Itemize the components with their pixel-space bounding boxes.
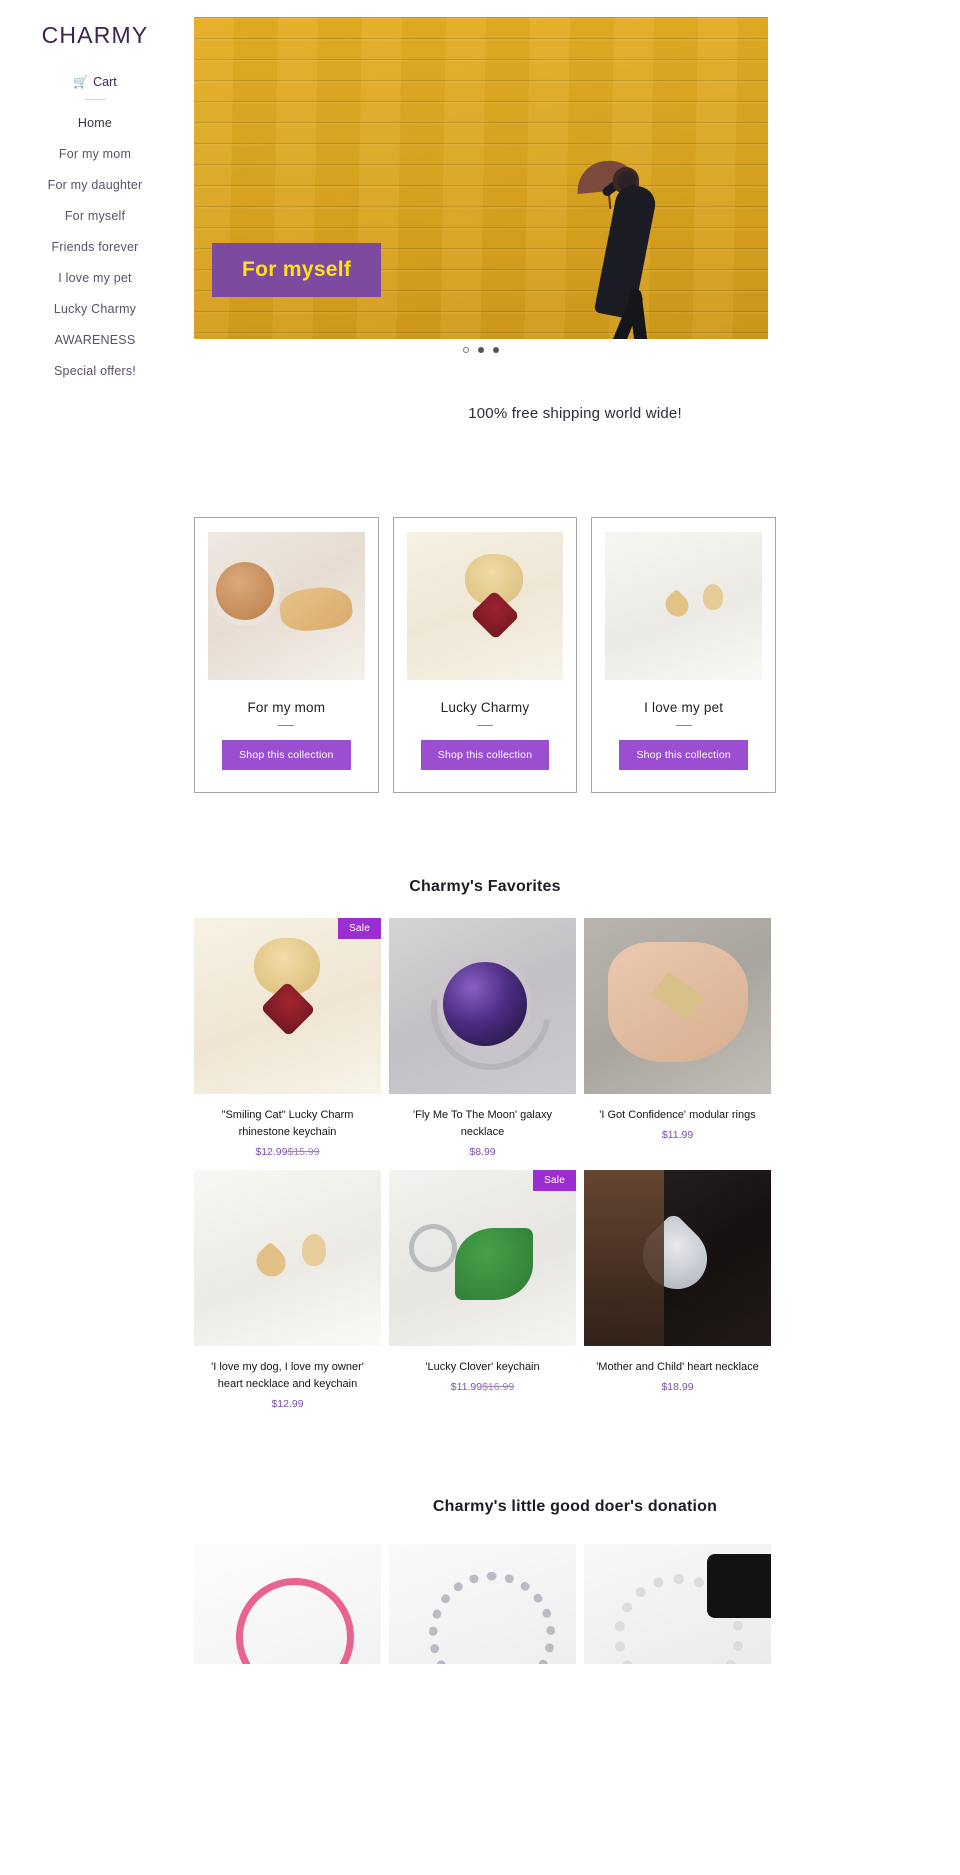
collection-image-mama-bear-necklace bbox=[208, 532, 365, 680]
hero-slider-dots[interactable] bbox=[194, 347, 768, 353]
storefront-page: CHARMY 🛒 Cart Home For my mom For my dau… bbox=[0, 0, 960, 1875]
sidebar-item-home[interactable]: Home bbox=[0, 108, 190, 139]
collection-title: Lucky Charmy bbox=[440, 700, 530, 715]
collection-image-rhinestone-cat-keychain bbox=[406, 532, 564, 680]
product-price: $8.99 bbox=[389, 1146, 576, 1158]
sidebar: CHARMY 🛒 Cart Home For my mom For my dau… bbox=[0, 0, 190, 1875]
nav-divider bbox=[84, 99, 106, 100]
price-current: $11.99 bbox=[661, 1129, 694, 1142]
sidebar-item-awareness[interactable]: AWARENESS bbox=[0, 325, 190, 356]
shop-collection-button[interactable]: Shop this collection bbox=[619, 740, 748, 770]
collection-image-pet-heart-necklace bbox=[605, 532, 763, 680]
product-image-lucky-clover-keychain[interactable]: Sale bbox=[389, 1170, 576, 1347]
product-name: 'I Got Confidence' modular rings bbox=[599, 1109, 756, 1121]
product-price: $18.99 bbox=[584, 1381, 771, 1393]
donation-grid bbox=[194, 1544, 776, 1665]
cart-link[interactable]: 🛒 Cart bbox=[0, 75, 190, 89]
price-current: $12.99 bbox=[271, 1398, 304, 1411]
sale-badge: Sale bbox=[533, 1170, 576, 1192]
product-image-smiling-cat-keychain[interactable]: Sale bbox=[194, 918, 381, 1094]
sidebar-item-i-love-my-pet[interactable]: I love my pet bbox=[0, 263, 190, 294]
product-card-lucky-clover-keychain[interactable]: Sale 'Lucky Clover' keychain $11.99$16.9… bbox=[389, 1170, 576, 1410]
price-current: $11.99 bbox=[450, 1381, 483, 1394]
product-name: 'Mother and Child' heart necklace bbox=[596, 1361, 759, 1374]
price-compare-at: $16.99 bbox=[482, 1381, 515, 1394]
product-image-mother-child-heart-necklace[interactable] bbox=[584, 1170, 771, 1347]
price-current: $18.99 bbox=[661, 1381, 694, 1394]
product-price: $12.99 bbox=[194, 1398, 381, 1410]
price-current: $8.99 bbox=[469, 1146, 496, 1159]
hero-slider[interactable]: For myself bbox=[194, 17, 768, 339]
product-card-mother-child-heart-necklace[interactable]: 'Mother and Child' heart necklace $18.99 bbox=[584, 1170, 771, 1410]
hero-badge[interactable]: For myself bbox=[212, 243, 382, 297]
collection-card-i-love-my-pet[interactable]: I love my pet Shop this collection bbox=[591, 517, 777, 793]
slider-dot-3[interactable] bbox=[493, 347, 499, 353]
main-content: For myself 100% free shipping world wide… bbox=[190, 0, 960, 1665]
donation-image-silver-chain-bracelet[interactable] bbox=[389, 1544, 576, 1665]
collection-card-lucky-charmy[interactable]: Lucky Charmy Shop this collection bbox=[392, 517, 578, 793]
slider-dot-2[interactable] bbox=[478, 347, 484, 353]
slider-dot-1[interactable] bbox=[463, 347, 469, 353]
favorites-heading: Charmy's Favorites bbox=[409, 878, 561, 895]
collection-cards: For my mom Shop this collection Lucky Ch… bbox=[194, 517, 777, 793]
product-name: 'I love my dog, I love my owner' heart n… bbox=[211, 1361, 364, 1391]
donation-image-pink-ribbon-bracelet[interactable] bbox=[194, 1544, 381, 1665]
product-name: 'Fly Me To The Moon' galaxy necklace bbox=[413, 1109, 552, 1139]
product-card-modular-rings[interactable]: 'I Got Confidence' modular rings $11.99 bbox=[584, 918, 771, 1158]
shop-collection-button[interactable]: Shop this collection bbox=[420, 740, 550, 770]
title-divider bbox=[675, 725, 692, 726]
product-price: $11.99 bbox=[584, 1129, 771, 1141]
price-compare-at: $15.99 bbox=[287, 1146, 320, 1159]
sidebar-item-friends-forever[interactable]: Friends forever bbox=[0, 232, 190, 263]
product-card-dog-owner-heart-necklace[interactable]: 'I love my dog, I love my owner' heart n… bbox=[194, 1170, 381, 1410]
favorites-grid: Sale "Smiling Cat" Lucky Charm rhineston… bbox=[194, 918, 776, 1410]
sidebar-item-lucky-charmy[interactable]: Lucky Charmy bbox=[0, 294, 190, 325]
hero-model-figure bbox=[558, 93, 708, 339]
sidebar-item-for-my-mom[interactable]: For my mom bbox=[0, 139, 190, 170]
model-body bbox=[593, 182, 659, 320]
sidebar-nav: Home For my mom For my daughter For myse… bbox=[0, 108, 190, 387]
product-card-galaxy-moon-necklace[interactable]: 'Fly Me To The Moon' galaxy necklace $8.… bbox=[389, 918, 576, 1158]
sale-badge: Sale bbox=[338, 918, 381, 939]
collection-title: For my mom bbox=[247, 700, 326, 715]
donation-heading: Charmy's little good doer's donation bbox=[432, 1498, 718, 1516]
product-image-dog-owner-heart-necklace[interactable] bbox=[194, 1170, 381, 1347]
cart-label: Cart bbox=[93, 75, 117, 89]
product-card-smiling-cat-keychain[interactable]: Sale "Smiling Cat" Lucky Charm rhineston… bbox=[194, 918, 381, 1158]
product-name: 'Lucky Clover' keychain bbox=[425, 1361, 540, 1374]
collection-title: I love my pet bbox=[644, 700, 724, 715]
price-current: $12.99 bbox=[255, 1146, 288, 1159]
product-name: "Smiling Cat" Lucky Charm rhinestone key… bbox=[221, 1109, 354, 1139]
product-image-galaxy-moon-necklace[interactable] bbox=[389, 918, 576, 1094]
sidebar-item-special-offers[interactable]: Special offers! bbox=[0, 356, 190, 387]
title-divider bbox=[477, 725, 493, 726]
sidebar-item-for-my-daughter[interactable]: For my daughter bbox=[0, 170, 190, 201]
shop-collection-button[interactable]: Shop this collection bbox=[222, 740, 351, 770]
product-image-modular-rings[interactable] bbox=[584, 918, 771, 1094]
product-price: $12.99$15.99 bbox=[194, 1146, 381, 1158]
shopping-cart-icon: 🛒 bbox=[73, 75, 89, 89]
shipping-banner: 100% free shipping world wide! bbox=[468, 405, 682, 422]
collection-card-for-my-mom[interactable]: For my mom Shop this collection bbox=[194, 517, 379, 793]
product-price: $11.99$16.99 bbox=[389, 1381, 576, 1393]
site-logo[interactable]: CHARMY bbox=[0, 22, 190, 49]
sidebar-item-for-myself[interactable]: For myself bbox=[0, 201, 190, 232]
donation-image-white-bead-bracelet[interactable] bbox=[584, 1544, 771, 1665]
title-divider bbox=[278, 725, 295, 726]
